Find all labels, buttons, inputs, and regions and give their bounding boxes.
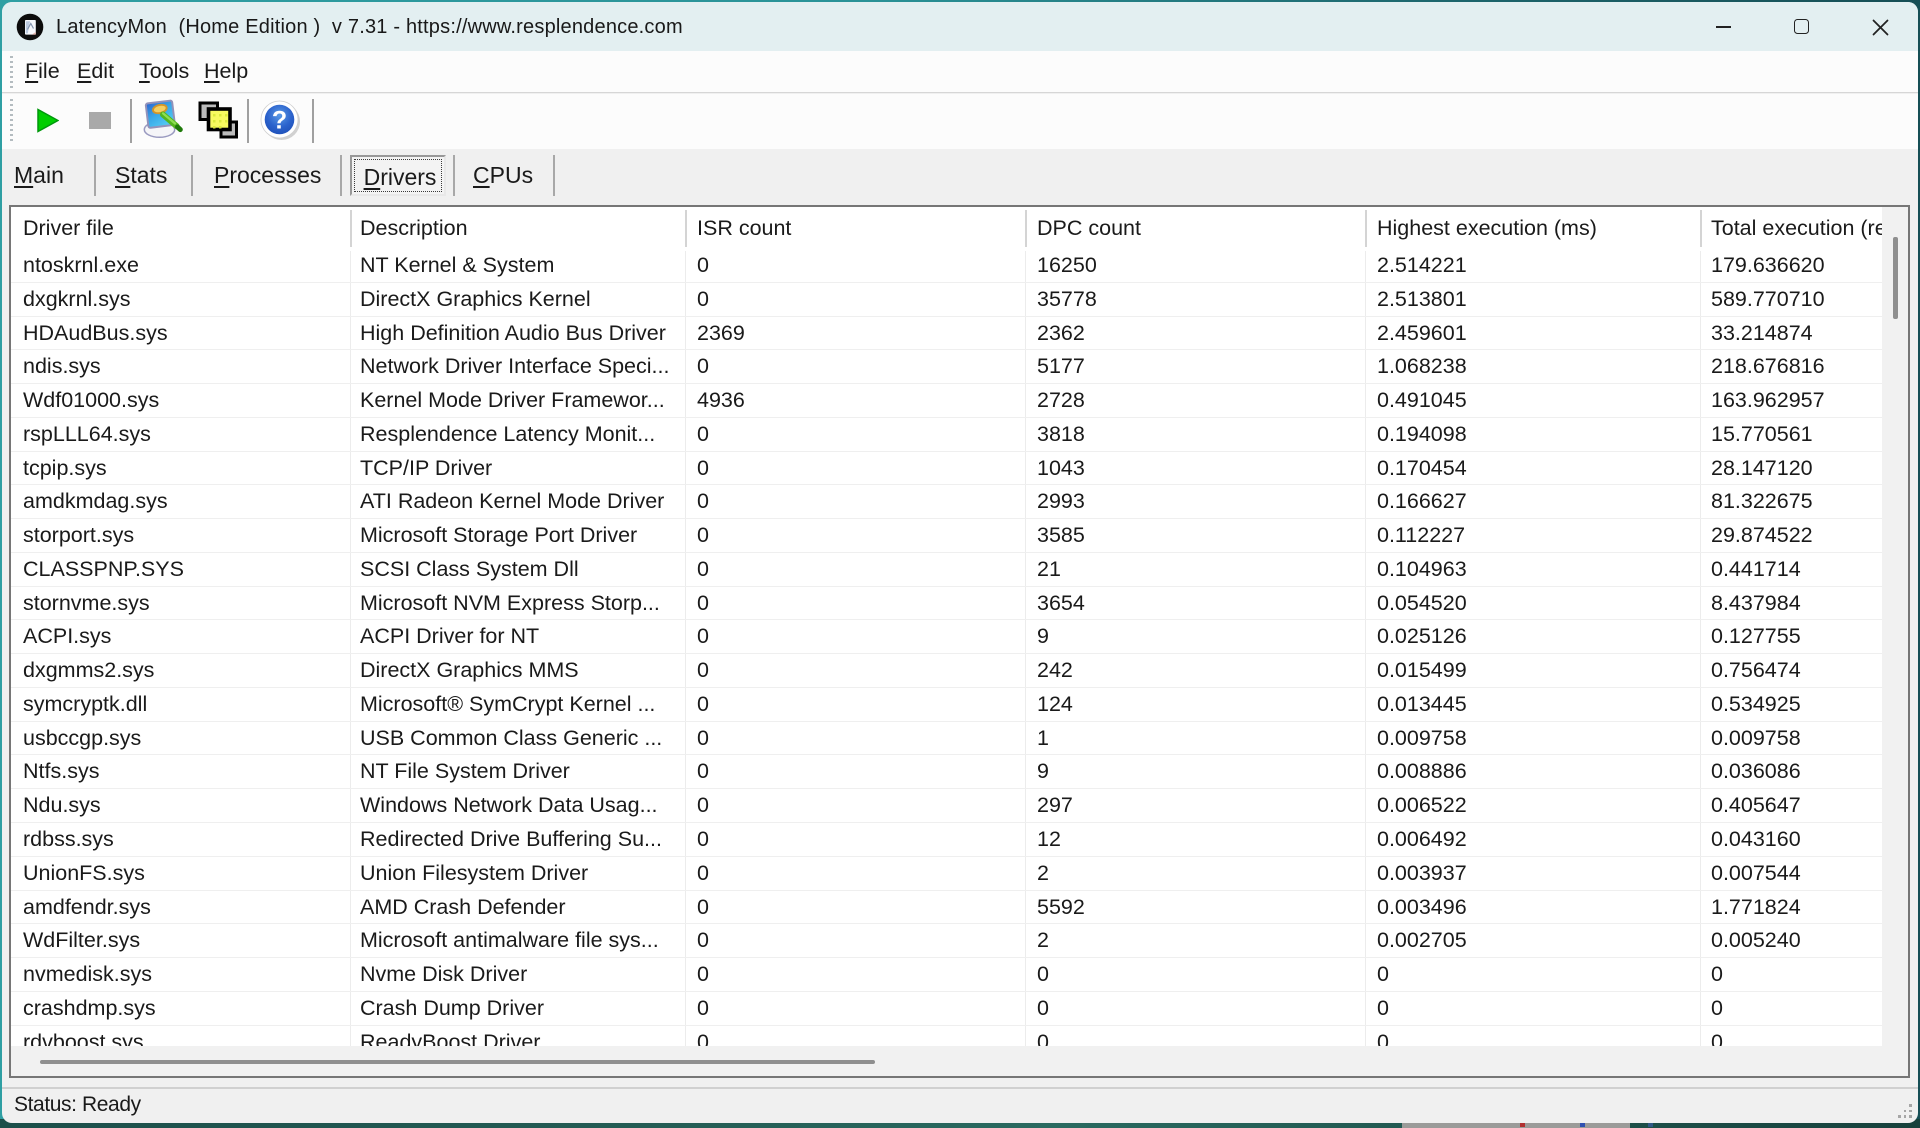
svg-text:?: ? (272, 107, 287, 135)
